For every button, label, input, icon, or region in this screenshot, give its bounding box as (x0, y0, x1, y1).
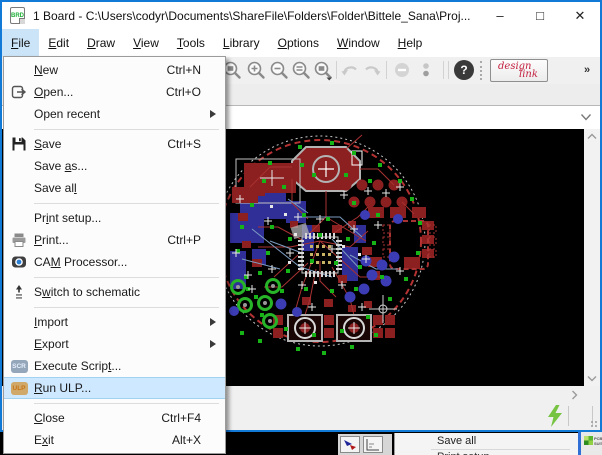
menubar-item-file[interactable]: File (2, 29, 39, 57)
scroll-right-icon[interactable] (571, 390, 578, 400)
chevron-down-icon[interactable] (580, 113, 592, 122)
menu-item-new[interactable]: New Ctrl+N (4, 59, 225, 81)
undo-icon (340, 59, 360, 81)
menubar-item-edit[interactable]: Edit (39, 29, 78, 57)
shortcut-label: Ctrl+N (167, 63, 225, 77)
pcb-suite-logo-icon (584, 436, 593, 445)
menu-item-open-recent[interactable]: Open recent (4, 103, 225, 125)
close-button[interactable]: ✕ (560, 2, 600, 29)
menu-item-run-ulp[interactable]: ULP Run ULP... (4, 377, 225, 399)
shortcut-label: Ctrl+O (166, 85, 225, 99)
background-menu-item: Print setup... (395, 450, 578, 455)
menu-separator (4, 303, 225, 311)
cam-processor-icon (11, 254, 27, 270)
design-link-label-2: link (519, 69, 538, 80)
menu-item-cam-processor[interactable]: CAM Processor... (4, 251, 225, 273)
menubar-item-library[interactable]: Library (214, 29, 269, 57)
vertical-scrollbar[interactable] (584, 129, 600, 386)
file-menu-dropdown: New Ctrl+N Open... Ctrl+O Open recent Sa… (3, 56, 226, 454)
background-icon (340, 436, 360, 453)
maximize-button[interactable]: □ (520, 2, 560, 29)
menu-separator (4, 199, 225, 207)
resize-grip[interactable] (590, 420, 598, 428)
zoom-in-icon[interactable] (246, 59, 266, 81)
menubar-item-help[interactable]: Help (389, 29, 432, 57)
shortcut-label: Ctrl+F4 (161, 411, 225, 425)
brd-file-icon: BRD (10, 7, 25, 24)
zoom-out-icon[interactable] (269, 59, 289, 81)
toolbar-separator (448, 61, 449, 79)
menu-item-save-as[interactable]: Save as... (4, 155, 225, 177)
help-button[interactable]: ? (454, 60, 474, 80)
window-title: 1 Board - C:\Users\codyr\Documents\Share… (33, 9, 471, 23)
background-icon (363, 436, 383, 453)
toolbar-separator (386, 61, 387, 79)
more-dots-icon (416, 59, 436, 81)
titlebar: BRD 1 Board - C:\Users\codyr\Documents\S… (2, 2, 600, 29)
menu-item-close[interactable]: Close Ctrl+F4 (4, 407, 225, 429)
toolbar-separator (336, 61, 337, 79)
menu-item-save-all[interactable]: Save all (4, 177, 225, 199)
menu-separator (4, 399, 225, 407)
toolbar-separator (443, 61, 444, 79)
shortcut-label: Ctrl+P (167, 233, 225, 247)
background-pcb-suite-logo: PCBSUITE (578, 432, 602, 455)
menu-item-export[interactable]: Export (4, 333, 225, 355)
submenu-arrow-icon (210, 110, 216, 118)
menu-separator (4, 273, 225, 281)
menu-item-print[interactable]: Print... Ctrl+P (4, 229, 225, 251)
zoom-redraw-icon[interactable] (291, 59, 311, 81)
menu-item-execute-script[interactable]: SCR Execute Script... (4, 355, 225, 377)
shortcut-label: Ctrl+S (167, 137, 225, 151)
menubar-item-tools[interactable]: Tools (168, 29, 214, 57)
printer-icon (11, 232, 27, 248)
redo-icon (362, 59, 382, 81)
menu-item-save[interactable]: Save Ctrl+S (4, 133, 225, 155)
menubar-item-window[interactable]: Window (328, 29, 389, 57)
menu-separator (4, 125, 225, 133)
toolbar-grip[interactable] (480, 61, 483, 80)
menu-item-switch-to-schematic[interactable]: Switch to schematic (4, 281, 225, 303)
toolbar-overflow-button[interactable]: » (584, 64, 588, 76)
scr-script-icon: SCR (11, 360, 28, 373)
menubar-item-view[interactable]: View (124, 29, 168, 57)
menubar: File Edit Draw View Tools Library Option… (2, 29, 600, 57)
design-link-button[interactable]: design link (490, 59, 548, 82)
menu-item-exit[interactable]: Exit Alt+X (4, 429, 225, 451)
statusbar-separator (568, 406, 569, 426)
submenu-arrow-icon (210, 318, 216, 326)
background-toolbar-fragment (338, 434, 392, 455)
open-icon (11, 84, 27, 100)
save-icon (11, 136, 27, 152)
submenu-arrow-icon (210, 340, 216, 348)
switch-to-schematic-icon (11, 284, 27, 300)
background-menu-item: Save all (395, 433, 578, 447)
scroll-up-icon[interactable] (587, 133, 597, 140)
menubar-item-options[interactable]: Options (269, 29, 328, 57)
scroll-down-icon[interactable] (587, 375, 597, 382)
shortcut-label: Alt+X (172, 433, 225, 447)
stop-icon (392, 59, 412, 81)
minimize-button[interactable]: – (480, 2, 520, 29)
ulp-icon: ULP (11, 382, 28, 395)
background-window-fragment: Save all Print setup... (394, 433, 578, 455)
zoom-select-icon[interactable] (313, 59, 333, 81)
menu-item-import[interactable]: Import (4, 311, 225, 333)
menu-item-open[interactable]: Open... Ctrl+O (4, 81, 225, 103)
menubar-item-draw[interactable]: Draw (78, 29, 124, 57)
spark-icon[interactable] (546, 405, 564, 427)
screenshot-root: { "window": { "title": "1 Board - C:\\Us… (0, 0, 602, 455)
menu-item-print-setup[interactable]: Print setup... (4, 207, 225, 229)
